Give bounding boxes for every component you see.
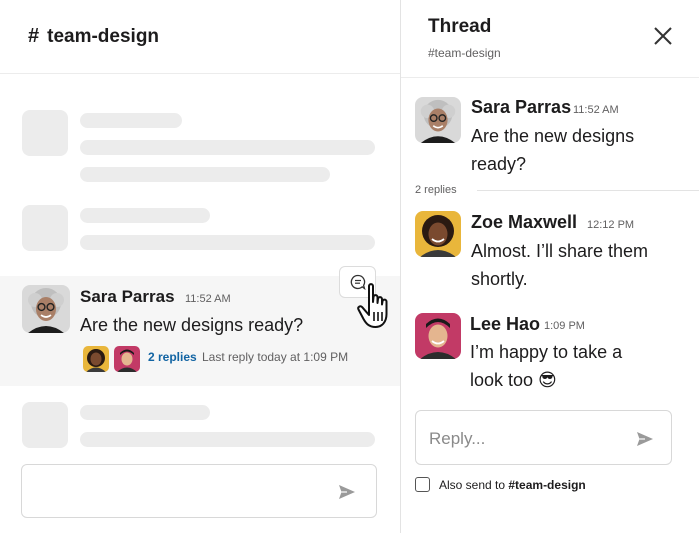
send-arrow-icon[interactable] — [636, 431, 654, 447]
avatar-lee-hao-mini — [114, 346, 140, 372]
message-text: Are the new designs ready? — [80, 315, 304, 335]
thread-title: Thread — [428, 16, 492, 37]
placeholder-line — [80, 235, 375, 250]
thread-header: Thread #team-design — [401, 0, 699, 78]
also-send-label: Also send to #team-design — [439, 478, 586, 492]
avatar-sara-parras[interactable] — [415, 97, 461, 143]
avatar-lee-hao[interactable] — [415, 313, 461, 359]
thread-message-timestamp[interactable]: 1:09 PM — [544, 320, 585, 332]
placeholder-line — [80, 432, 375, 447]
placeholder-avatar — [22, 205, 68, 251]
thread-message-author[interactable]: Lee Hao — [470, 314, 540, 335]
placeholder-line — [80, 167, 330, 182]
also-send-channel: #team-design — [508, 477, 586, 492]
placeholder-line — [80, 405, 210, 420]
thread-message-timestamp[interactable]: 12:12 PM — [587, 219, 634, 231]
channel-header[interactable]: # team-design — [0, 0, 400, 74]
hand-pointer-icon — [357, 283, 388, 328]
channel-hash-icon: # — [28, 25, 40, 47]
thread-reply-count: 2 replies — [415, 184, 457, 196]
placeholder-line — [80, 113, 182, 128]
message-timestamp[interactable]: 11:52 AM — [185, 293, 231, 305]
thread-message-timestamp[interactable]: 11:52 AM — [573, 104, 619, 116]
reply-avatars — [83, 346, 140, 372]
reply-placeholder: Reply... — [429, 429, 486, 448]
last-reply-text: Last reply today at 1:09 PM — [202, 350, 349, 364]
also-send-checkbox[interactable] — [415, 477, 430, 492]
message-author[interactable]: Sara Parras — [80, 287, 175, 307]
thread-channel[interactable]: #team-design — [428, 46, 501, 60]
message-composer[interactable] — [21, 464, 377, 518]
send-arrow-icon[interactable] — [338, 484, 356, 500]
also-send-prefix: Also send to — [439, 477, 509, 492]
thread-message-text: I’m happy to take a look too 😎 — [470, 342, 623, 390]
close-icon[interactable] — [651, 24, 675, 48]
avatar-zoe-maxwell-mini — [83, 346, 109, 372]
avatar-sara-parras[interactable] — [22, 285, 70, 333]
thread-message-author[interactable]: Sara Parras — [471, 97, 571, 118]
placeholder-line — [80, 140, 375, 155]
placeholder-avatar — [22, 402, 68, 448]
placeholder-avatar — [22, 110, 68, 156]
thread-pane: Thread #team-design Sara Parras 11:52 AM… — [401, 0, 699, 533]
thread-message-author[interactable]: Zoe Maxwell — [471, 212, 577, 233]
also-send-option[interactable]: Also send to #team-design — [415, 477, 586, 492]
channel-name[interactable]: team-design — [47, 26, 159, 48]
avatar-zoe-maxwell[interactable] — [415, 211, 461, 257]
thread-message-text: Are the new designs ready? — [471, 126, 635, 174]
thread-reply-input[interactable]: Reply... — [415, 410, 672, 465]
channel-pane: # team-design Sara Parras 11:52 AM Are t… — [0, 0, 400, 533]
thread-divider — [477, 190, 699, 191]
replies-link[interactable]: 2 replies — [148, 350, 197, 364]
placeholder-line — [80, 208, 210, 223]
thread-message-text: Almost. I’ll share them shortly. — [471, 241, 649, 289]
